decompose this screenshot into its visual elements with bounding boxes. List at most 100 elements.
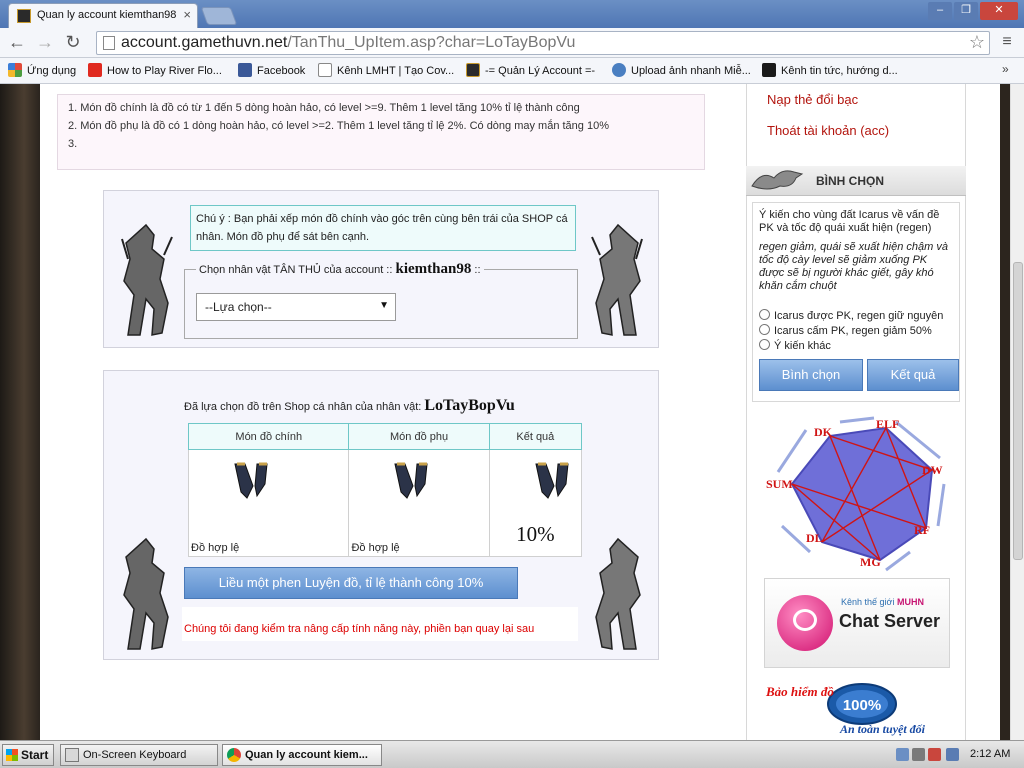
character-select[interactable]: --Lựa chọn-- ▼ — [196, 293, 396, 321]
main-item-cell: Đồ hợp lệ — [187, 449, 350, 557]
insurance-banner[interactable]: 100% Bảo hiểm đồ An toàn tuyệt đối — [762, 682, 952, 740]
dropdown-arrow-icon: ▼ — [379, 300, 389, 311]
facebook-icon — [238, 63, 252, 77]
poll-question: Ý kiến cho vùng đất Icarus về vấn đề PK … — [759, 209, 940, 234]
cloud-upload-icon — [612, 63, 626, 77]
bookmark-news[interactable]: Kênh tin tức, hướng d... — [762, 63, 898, 77]
browser-tab-active[interactable]: Quan ly account kiemthan98 × — [8, 3, 198, 28]
browser-toolbar: ← → ↻ account.gamethuvn.net/TanThu_UpIte… — [0, 28, 1024, 58]
chrome-icon — [227, 748, 241, 762]
chat-title: Chat Server — [839, 611, 941, 631]
radio-icon — [759, 324, 770, 335]
page-viewport: 1. Món đồ chính là đồ có từ 1 đến 5 dòng… — [0, 84, 1024, 740]
radio-icon — [759, 309, 770, 320]
poll-box: Ý kiến cho vùng đất Icarus về vấn đề PK … — [752, 202, 960, 402]
warrior-illustration — [595, 537, 641, 650]
column-header: Kết quả — [488, 423, 583, 450]
bookmarks-bar: Ứng dụng How to Play River Flo... Facebo… — [0, 58, 1024, 84]
rules-box: 1. Món đồ chính là đồ có từ 1 đến 5 dòng… — [57, 94, 705, 170]
bookmark-star-icon[interactable]: ☆ — [969, 32, 985, 53]
radio-icon — [759, 339, 770, 350]
window-close-button[interactable]: ✕ — [980, 2, 1018, 20]
page-icon — [103, 36, 115, 50]
class-label: DW — [922, 463, 943, 477]
taskbar-item-browser[interactable]: Quan ly account kiem... — [222, 744, 382, 766]
rule-line: 3. — [68, 138, 78, 150]
warrior-illustration — [123, 537, 169, 650]
taskbar-item-keyboard[interactable]: On-Screen Keyboard — [60, 744, 218, 766]
maintenance-warning: Chúng tôi đang kiểm tra nâng cấp tính nă… — [182, 607, 578, 641]
warrior-illustration — [591, 223, 643, 336]
upgrade-item-panel: Đã lựa chọn đồ trên Shop cá nhân của nhâ… — [103, 370, 659, 660]
poll-result-button[interactable]: Kết quả — [867, 359, 959, 391]
result-cell: 10% — [488, 449, 583, 557]
gloves-item-icon — [535, 462, 569, 499]
account-name: kiemthan98 — [395, 261, 472, 277]
sub-item-cell: Đồ hợp lệ — [348, 449, 490, 557]
refine-item-button[interactable]: Liều một phen Luyện đồ, tỉ lệ thành công… — [184, 567, 518, 599]
rule-line: 1. Món đồ chính là đồ có từ 1 đến 5 dòng… — [68, 102, 580, 114]
browser-titlebar: Quan ly account kiemthan98 × – ❐ ✕ — [0, 0, 1024, 28]
bookmark-upload[interactable]: Upload ảnh nhanh Miễ... — [612, 63, 751, 77]
seal-percent: 100% — [843, 697, 881, 714]
background-art — [1000, 84, 1010, 740]
success-rate: 10% — [516, 522, 555, 546]
gloves-item-icon — [394, 462, 429, 499]
address-url[interactable]: account.gamethuvn.net/TanThu_UpItem.asp?… — [121, 34, 575, 52]
window-minimize-button[interactable]: – — [928, 2, 952, 20]
column-header: Món đồ phụ — [348, 423, 490, 450]
poll-option[interactable]: Ý kiến khác — [759, 339, 831, 352]
language-icon[interactable] — [946, 748, 959, 761]
scrollbar-thumb[interactable] — [1013, 262, 1023, 560]
tab-close-icon[interactable]: × — [183, 7, 191, 22]
rule-line: 2. Món đồ phụ là đồ có 1 dòng hoàn hảo, … — [68, 120, 609, 132]
dragon-icon — [751, 170, 804, 190]
chat-server-banner[interactable]: Kênh thế giới MUHN Chat Server — [764, 578, 950, 668]
bookmark-youtube[interactable]: How to Play River Flo... — [88, 63, 222, 77]
poll-option[interactable]: Icarus cấm PK, regen giảm 50% — [759, 324, 932, 337]
bookmark-facebook[interactable]: Facebook — [238, 63, 305, 77]
keyboard-icon — [65, 748, 79, 762]
site-favicon-icon — [17, 9, 31, 23]
back-arrow-icon[interactable]: ← — [6, 32, 28, 54]
character-legend: Chọn nhân vật TÂN THỦ của account :: kie… — [196, 261, 484, 278]
right-sidebar: Nạp thẻ đổi bạc Thoát tài khoản (acc) BÌ… — [740, 84, 1000, 740]
chat-subtitle: Kênh thế giới MUHN — [841, 597, 924, 607]
bookmark-lmht[interactable]: Kênh LMHT | Tạo Cov... — [318, 63, 454, 77]
youtube-icon — [88, 63, 102, 77]
tab-title: Quan ly account kiemthan98 — [37, 9, 177, 21]
address-bar[interactable]: account.gamethuvn.net/TanThu_UpItem.asp?… — [96, 31, 990, 55]
upgrade-table: Món đồ chính Món đồ phụ Kết quả Đồ hợp l… — [187, 423, 583, 557]
alert-icon[interactable] — [928, 748, 941, 761]
class-label: RF — [914, 523, 930, 537]
chat-bubble-icon — [793, 609, 817, 631]
forward-arrow-icon[interactable]: → — [34, 32, 56, 54]
poll-option[interactable]: Icarus được PK, regen giữ nguyên — [759, 309, 943, 322]
volume-icon[interactable] — [912, 748, 925, 761]
insurance-tagline: An toàn tuyệt đối — [840, 722, 926, 736]
page-scrollbar[interactable] — [1010, 84, 1024, 740]
browser-menu-icon[interactable]: ≡ — [998, 33, 1016, 53]
new-tab-button[interactable] — [200, 7, 238, 25]
poll-title: BÌNH CHỌN — [816, 174, 884, 188]
game-icon — [762, 63, 776, 77]
chosen-character-label: Đã lựa chọn đồ trên Shop cá nhân của nhâ… — [184, 397, 515, 414]
poll-description: regen giảm, quái sẽ xuất hiện chậm và tố… — [759, 241, 948, 292]
bookmark-account[interactable]: -= Quản Lý Account =- — [466, 63, 595, 77]
sidebar-link-topup[interactable]: Nạp thẻ đổi bạc — [767, 92, 858, 107]
sidebar-link-logout[interactable]: Thoát tài khoản (acc) — [767, 123, 889, 138]
background-art — [0, 84, 40, 740]
system-tray: 2:12 AM — [892, 744, 1020, 766]
vote-button[interactable]: Bình chọn — [759, 359, 863, 391]
bookmark-apps[interactable]: Ứng dụng — [8, 63, 76, 77]
clock: 2:12 AM — [970, 748, 1011, 760]
reload-icon[interactable]: ↻ — [62, 32, 84, 54]
shop-placement-note: Chú ý : Bạn phải xếp món đồ chính vào gó… — [190, 205, 576, 251]
class-label: SUM — [766, 477, 793, 491]
class-relation-diagram: DK ELF DW RF MG DL SUM — [766, 416, 946, 572]
bookmarks-more-icon[interactable]: » — [1002, 62, 1009, 76]
window-maximize-button[interactable]: ❐ — [954, 2, 978, 20]
network-icon[interactable] — [896, 748, 909, 761]
start-button[interactable]: Start — [2, 744, 54, 766]
warrior-illustration — [121, 223, 173, 336]
